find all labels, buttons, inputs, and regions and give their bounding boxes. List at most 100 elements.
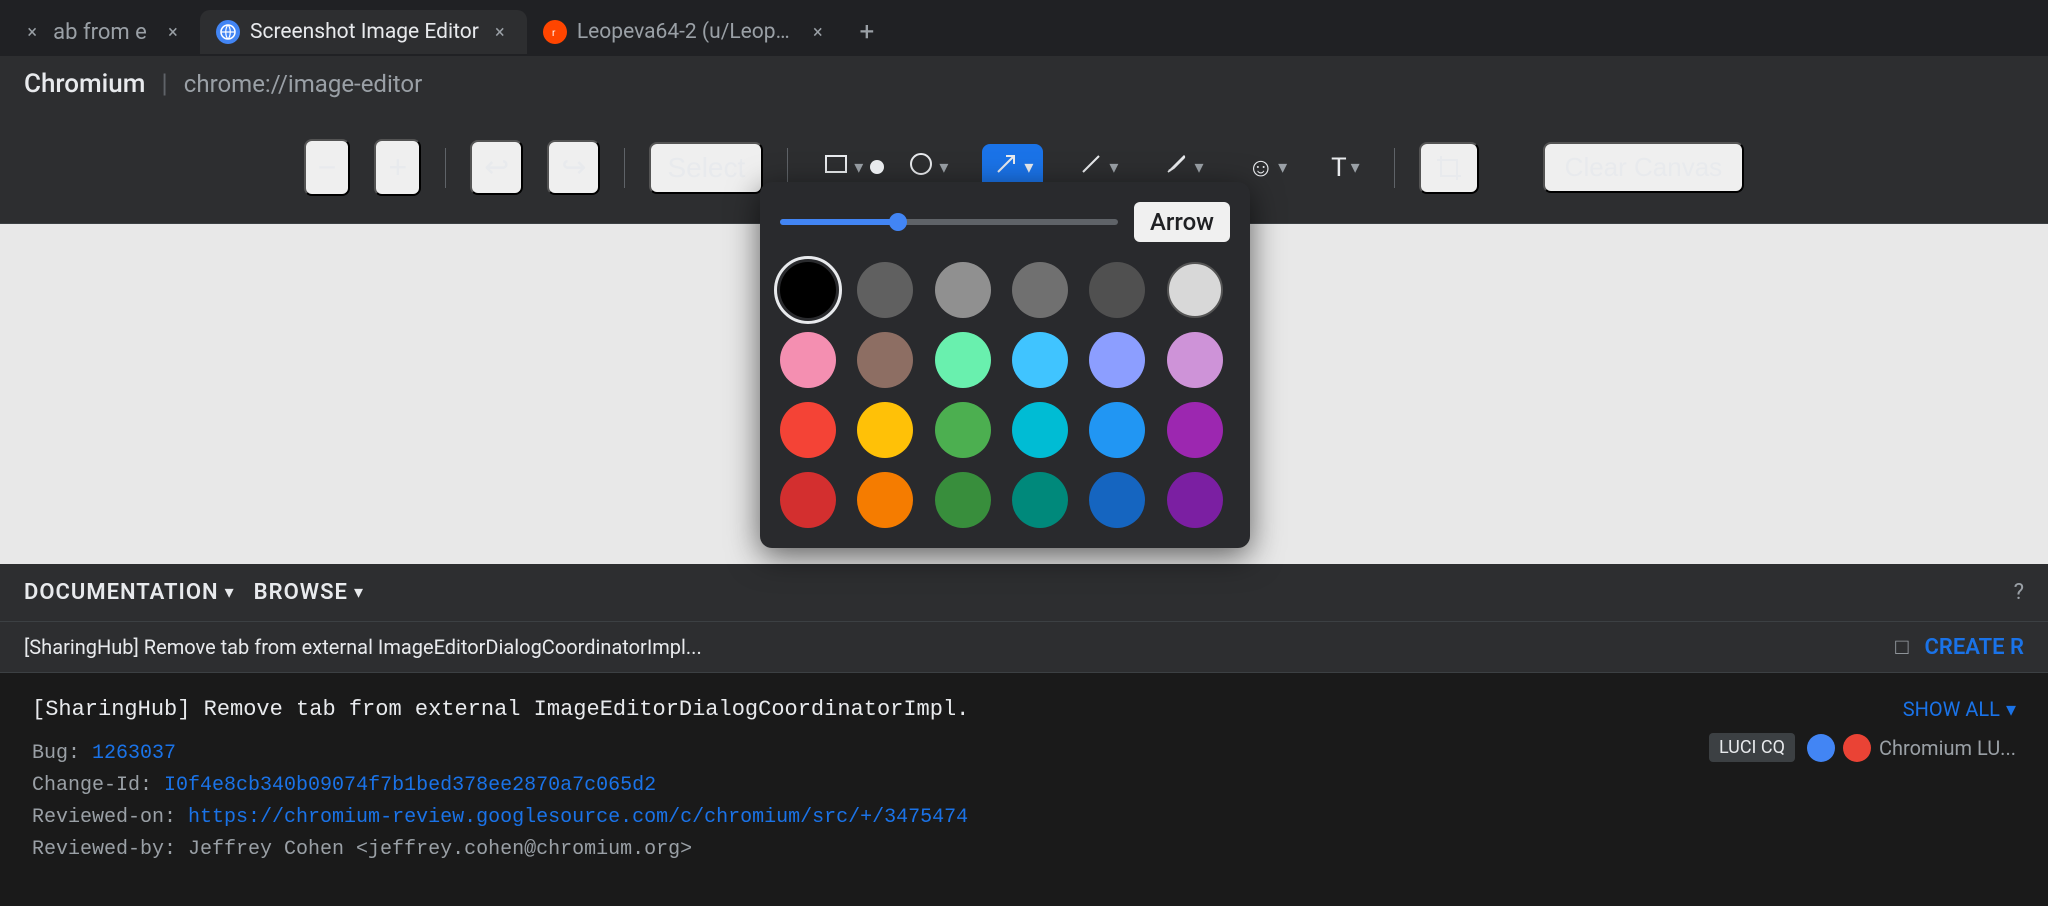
rect-icon (822, 150, 850, 185)
color-blue[interactable] (1089, 402, 1145, 458)
color-black[interactable] (780, 262, 836, 318)
change-id-link[interactable]: I0f4e8cb340b09074f7b1bed378ee2870a7c065d… (164, 774, 656, 797)
show-all-button[interactable]: SHOW ALL ▾ (1903, 697, 2016, 721)
color-orange[interactable] (857, 472, 913, 528)
commit-message: [SharingHub] Remove tab from external Im… (32, 697, 1685, 722)
tab-screenshot-editor[interactable]: Screenshot Image Editor × (200, 10, 527, 54)
bug-link[interactable]: 1263037 (92, 742, 176, 765)
code-review-panel: DOCUMENTATION ▾ BROWSE ▾ ? [SharingHub] … (0, 564, 2048, 906)
tab-partial-label: ab from e (53, 20, 147, 45)
color-gray3[interactable] (1089, 262, 1145, 318)
bottom-navigation: DOCUMENTATION ▾ BROWSE ▾ ? (0, 564, 2048, 622)
tab-bar: × ab from e × Screenshot Image Editor × … (0, 0, 2048, 56)
color-dark-gray[interactable] (857, 262, 913, 318)
zoom-in-icon: + (388, 149, 407, 186)
color-dark-purple[interactable] (1167, 472, 1223, 528)
tab-close-editor[interactable]: × (489, 21, 511, 43)
browse-arrow: ▾ (354, 582, 363, 603)
tab-icon-globe (216, 20, 240, 44)
slider-fill (780, 219, 898, 225)
tab-close-x[interactable]: × (162, 21, 184, 43)
emoji-tool-group[interactable]: ☺ ▾ (1238, 146, 1298, 189)
emoji-dropdown-icon: ▾ (1278, 157, 1287, 178)
color-gray2[interactable] (1012, 262, 1068, 318)
color-light-purple[interactable] (1167, 332, 1223, 388)
address-bar: Chromium | chrome://image-editor (0, 56, 2048, 112)
chromium-lu-item: Chromium LU... (1807, 734, 2016, 762)
new-tab-button[interactable]: + (845, 10, 889, 54)
circle-icon (907, 150, 935, 185)
zoom-out-icon: − (318, 149, 337, 186)
luci-badge: LUCI CQ (1709, 733, 1795, 762)
undo-button[interactable]: ↩ (470, 140, 523, 195)
pen-dropdown-icon: ▾ (1194, 157, 1203, 178)
divider-2 (624, 148, 625, 188)
color-green[interactable] (935, 402, 991, 458)
browse-nav[interactable]: BROWSE ▾ (254, 580, 363, 605)
emoji-icon: ☺ (1248, 152, 1275, 183)
color-medium-gray[interactable] (935, 262, 991, 318)
tab-close-partial[interactable]: × (21, 21, 43, 43)
text-icon: T (1331, 153, 1347, 183)
documentation-label: DOCUMENTATION (24, 580, 219, 605)
commit-title-text: [SharingHub] Remove tab from external Im… (24, 635, 1879, 659)
arrow-panel: Arrow (760, 182, 1250, 548)
redo-icon: ↪ (561, 150, 586, 185)
line-icon (1077, 150, 1105, 185)
color-dark-green[interactable] (935, 472, 991, 528)
color-amber[interactable] (857, 402, 913, 458)
color-red-medium[interactable] (780, 402, 836, 458)
help-icon[interactable]: ? (2014, 580, 2024, 605)
undo-icon: ↩ (484, 150, 509, 185)
color-dark-red[interactable] (780, 472, 836, 528)
tab-label-editor: Screenshot Image Editor (250, 20, 479, 44)
color-teal[interactable] (1012, 472, 1068, 528)
line-dropdown-icon: ▾ (1109, 157, 1118, 178)
size-slider-track[interactable] (780, 219, 1118, 225)
select-tool-button[interactable]: Select (649, 142, 763, 194)
tab-reddit[interactable]: r Leopeva64-2 (u/Leopeva64-2) - × (527, 10, 845, 54)
circle-dropdown-icon: ▾ (939, 157, 948, 178)
color-cyan[interactable] (1012, 402, 1068, 458)
change-id-label: Change-Id: (32, 774, 164, 797)
text-tool-group[interactable]: T ▾ (1321, 147, 1370, 189)
text-dropdown-icon: ▾ (1351, 157, 1360, 178)
tab-icon-reddit: r (543, 20, 567, 44)
reviewed-by-label: Reviewed-by: Jeffrey Cohen <jeffrey.cohe… (32, 838, 692, 861)
bug-label: Bug: (32, 742, 92, 765)
create-r-button[interactable]: CREATE R (1925, 635, 2025, 660)
clear-canvas-label: Clear Canvas (1565, 152, 1723, 183)
documentation-nav[interactable]: DOCUMENTATION ▾ (24, 580, 234, 605)
arrow-icon (992, 150, 1020, 185)
commit-meta: Bug: 1263037 Change-Id: I0f4e8cb340b0907… (32, 738, 1685, 866)
color-dark-blue[interactable] (1089, 472, 1145, 528)
chromium-lu-label: Chromium LU... (1879, 736, 2016, 760)
address-url[interactable]: chrome://image-editor (184, 70, 422, 98)
zoom-out-button[interactable]: − (304, 139, 351, 196)
crop-button[interactable] (1419, 142, 1479, 194)
clear-canvas-button[interactable]: Clear Canvas (1543, 142, 1745, 193)
color-light-gray[interactable] (1167, 262, 1223, 318)
commit-bar: [SharingHub] Remove tab from external Im… (0, 622, 2048, 673)
color-periwinkle[interactable] (1089, 332, 1145, 388)
reviewed-on-link[interactable]: https://chromium-review.googlesource.com… (188, 806, 968, 829)
color-grid (780, 262, 1230, 528)
tab-close-reddit[interactable]: × (807, 21, 829, 43)
arrow-panel-label: Arrow (1134, 202, 1230, 242)
slider-thumb[interactable] (889, 213, 907, 231)
divider-1 (445, 148, 446, 188)
color-purple[interactable] (1167, 402, 1223, 458)
color-brown[interactable] (857, 332, 913, 388)
select-label: Select (667, 152, 745, 184)
redo-button[interactable]: ↪ (547, 140, 600, 195)
address-separator: | (161, 69, 167, 99)
zoom-in-button[interactable]: + (374, 139, 421, 196)
tab-partial[interactable]: × ab from e × (0, 10, 200, 54)
color-light-pink[interactable] (780, 332, 836, 388)
avatar-small (1807, 734, 1835, 762)
color-light-blue[interactable] (1012, 332, 1068, 388)
arrow-dropdown-icon[interactable]: ▾ (1024, 157, 1033, 178)
documentation-arrow: ▾ (225, 582, 234, 603)
commit-detail: [SharingHub] Remove tab from external Im… (0, 673, 2048, 906)
color-light-green[interactable] (935, 332, 991, 388)
